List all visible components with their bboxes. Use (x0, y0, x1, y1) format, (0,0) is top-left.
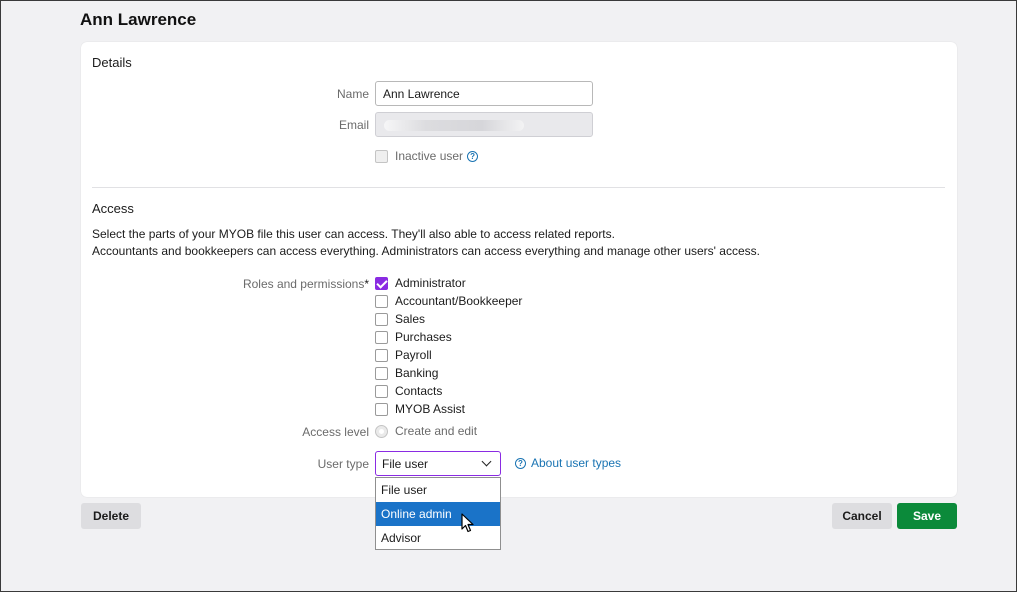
delete-button[interactable]: Delete (81, 503, 141, 529)
user-form-card: Details Name Email Inactive user ? Acces… (81, 42, 957, 497)
administrator-checkbox[interactable] (375, 276, 388, 290)
access-heading: Access (92, 201, 134, 216)
role-label: Purchases (395, 330, 452, 344)
about-user-types-link[interactable]: ? About user types (515, 456, 621, 470)
role-row-administrator[interactable]: Administrator (375, 275, 466, 291)
role-row-myob-assist[interactable]: MYOB Assist (375, 401, 465, 417)
user-type-select[interactable]: File user (375, 451, 501, 476)
about-user-types-text: About user types (531, 456, 622, 470)
access-level-label: Access level (302, 425, 369, 439)
myob-assist-checkbox[interactable] (375, 402, 388, 416)
banking-checkbox[interactable] (375, 366, 388, 380)
access-description-line2: Accountants and bookkeepers can access e… (92, 244, 760, 258)
contacts-checkbox[interactable] (375, 384, 388, 398)
role-row-sales[interactable]: Sales (375, 311, 425, 327)
access-description-line1: Select the parts of your MYOB file this … (92, 227, 615, 241)
help-icon: ? (515, 457, 526, 469)
name-input[interactable] (375, 81, 593, 106)
role-label: Contacts (395, 384, 443, 398)
details-heading: Details (92, 55, 132, 70)
payroll-checkbox[interactable] (375, 348, 388, 362)
access-level-option: Create and edit (375, 423, 477, 439)
access-level-radio (375, 424, 388, 438)
role-label: Administrator (395, 276, 466, 290)
chevron-down-icon (481, 456, 492, 467)
option-file-user[interactable]: File user (376, 478, 500, 502)
user-type-dropdown: File user Online admin Advisor (375, 477, 501, 550)
sales-checkbox[interactable] (375, 312, 388, 326)
access-level-value: Create and edit (395, 424, 478, 438)
role-label: MYOB Assist (395, 402, 466, 416)
section-divider (92, 187, 945, 188)
role-label: Sales (395, 312, 426, 326)
save-button[interactable]: Save (897, 503, 957, 529)
name-label: Name (336, 87, 369, 101)
help-icon[interactable]: ? (467, 150, 479, 162)
roles-label: Roles and permissions* (201, 277, 369, 291)
cancel-button[interactable]: Cancel (832, 503, 892, 529)
purchases-checkbox[interactable] (375, 330, 388, 344)
option-advisor[interactable]: Advisor (376, 526, 500, 550)
role-row-banking[interactable]: Banking (375, 365, 438, 381)
role-label: Accountant/Bookkeeper (395, 294, 523, 308)
email-redacted (384, 120, 524, 131)
accountant-checkbox[interactable] (375, 294, 388, 308)
inactive-user-label: Inactive user (395, 149, 464, 163)
role-label: Banking (395, 366, 439, 380)
email-input (375, 112, 593, 137)
role-row-payroll[interactable]: Payroll (375, 347, 432, 363)
user-type-label: User type (317, 457, 369, 471)
pointer-cursor-icon (461, 513, 474, 533)
roles-label-text: Roles and permissions (242, 277, 365, 291)
role-row-purchases[interactable]: Purchases (375, 329, 452, 345)
option-online-admin[interactable]: Online admin (376, 502, 500, 526)
required-mark: * (364, 277, 369, 291)
role-label: Payroll (395, 348, 432, 362)
page-title: Ann Lawrence (80, 10, 197, 29)
inactive-user-row[interactable]: Inactive user ? (375, 148, 479, 164)
role-row-contacts[interactable]: Contacts (375, 383, 442, 399)
user-type-value: File user (382, 457, 429, 471)
email-label: Email (338, 118, 369, 132)
inactive-user-checkbox[interactable] (375, 149, 388, 163)
role-row-accountant[interactable]: Accountant/Bookkeeper (375, 293, 522, 309)
